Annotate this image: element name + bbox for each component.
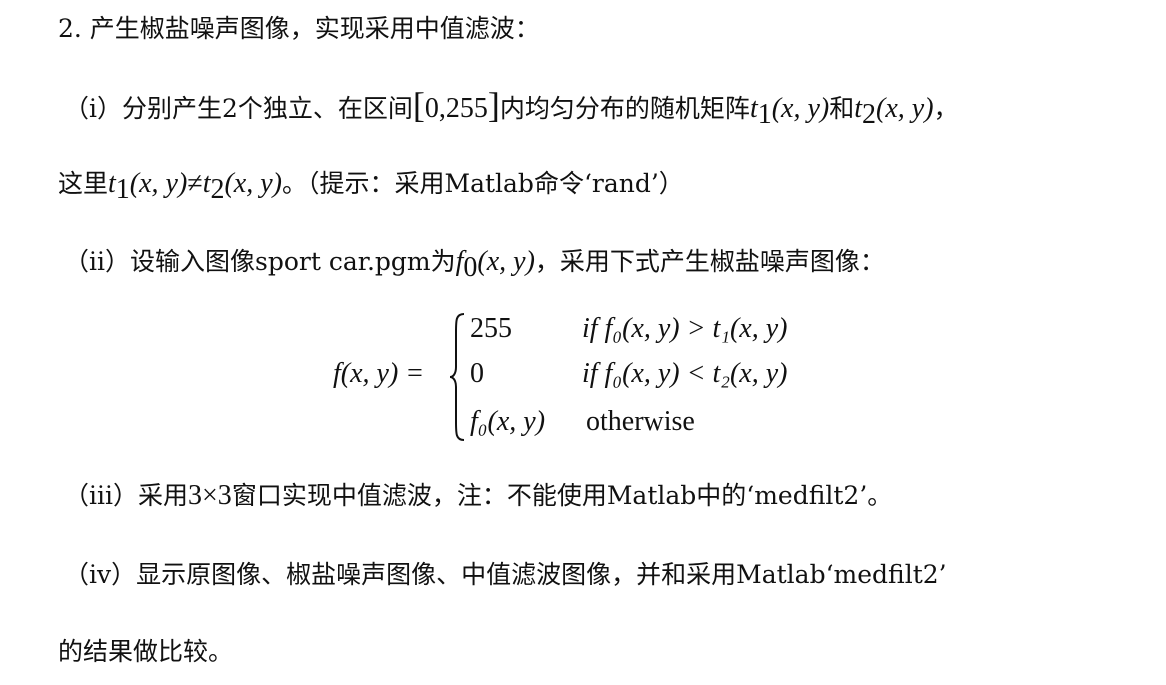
heading-text: 2. 产生椒盐噪声图像，实现采用中值滤波： xyxy=(58,14,540,43)
part1-comma: ， xyxy=(933,94,959,123)
f0-args: (x, y) xyxy=(477,246,535,277)
part1-line2: 这里t1(x, y)≠t2(x, y)。（提示：采用Matlab命令‘rand’… xyxy=(58,167,684,207)
interval: 0,255 xyxy=(424,93,488,124)
f0-sub: 0 xyxy=(463,252,478,283)
case1-value: 255 xyxy=(470,313,512,344)
line2-end: 。（提示：采用Matlab命令‘rand’） xyxy=(281,169,684,198)
part3-line: （iii）采用3×3窗口实现中值滤波，注：不能使用Matlab中的‘medfil… xyxy=(64,479,892,513)
interval-close: ] xyxy=(487,85,500,125)
case2-value: 0 xyxy=(470,358,484,389)
t2-sub: 2 xyxy=(862,99,877,130)
t1-args: (x, y) xyxy=(771,93,830,124)
neq-symbol: ≠ xyxy=(187,168,203,199)
part2-label: （ii） xyxy=(64,247,130,276)
t2-args: (x, y) xyxy=(876,93,934,124)
t1-symbol: t xyxy=(749,93,758,124)
part3-text-b: 窗口实现中值滤波，注：不能使用Matlab中的‘medfilt2’。 xyxy=(231,481,893,510)
t2-args-b: (x, y) xyxy=(224,168,282,199)
part4-line1: （iv）显示原图像、椒盐噪声图像、中值滤波图像，并和采用Matlab‘medfi… xyxy=(64,558,947,592)
part4-line2-text: 的结果做比较。 xyxy=(58,637,234,666)
t1-symbol-b: t xyxy=(108,168,116,199)
part1-text-b: 内均匀分布的随机矩阵 xyxy=(499,94,750,123)
line2-start: 这里 xyxy=(58,169,109,198)
part1-label: （i） xyxy=(64,94,122,123)
t1-sub-b: 1 xyxy=(115,174,130,205)
equation-lhs: f(x, y) = xyxy=(333,358,425,389)
part1-line1: （i）分别产生2个独立、在区间[0,255]内均匀分布的随机矩阵t1(x, y)… xyxy=(64,85,959,132)
window-size: 3×3 xyxy=(188,480,232,511)
part2-text-b: ，采用下式产生椒盐噪声图像： xyxy=(534,247,885,276)
part4-line2: 的结果做比较。 xyxy=(58,635,233,669)
interval-open: [ xyxy=(412,85,425,125)
part3-label: （iii） xyxy=(64,481,138,510)
left-brace-icon xyxy=(449,313,465,441)
t2-sub-b: 2 xyxy=(210,174,225,205)
part4-text: 显示原图像、椒盐噪声图像、中值滤波图像，并和采用Matlab‘medfilt2’ xyxy=(136,560,947,589)
part2-line: （ii）设输入图像sport car.pgm为f0(x, y)，采用下式产生椒盐… xyxy=(64,245,885,285)
part4-label: （iv） xyxy=(64,560,137,589)
t1-args-b: (x, y) xyxy=(129,168,188,199)
and-word: 和 xyxy=(829,94,855,123)
case1-condition: if f₀(x, y) > t₁(x, y) xyxy=(582,313,788,344)
t2-symbol: t xyxy=(854,93,863,124)
part3-text-a: 采用 xyxy=(138,481,189,510)
part1-text-a: 分别产生2个独立、在区间 xyxy=(122,94,413,123)
case3-value: f₀(x, y) xyxy=(470,406,546,437)
problem-heading: 2. 产生椒盐噪声图像，实现采用中值滤波： xyxy=(58,12,540,46)
t1-sub: 1 xyxy=(757,99,772,130)
case3-condition: otherwise xyxy=(586,406,695,437)
part2-text-a: 设输入图像sport car.pgm为 xyxy=(130,247,456,276)
case2-condition: if f₀(x, y) < t₂(x, y) xyxy=(582,358,788,389)
